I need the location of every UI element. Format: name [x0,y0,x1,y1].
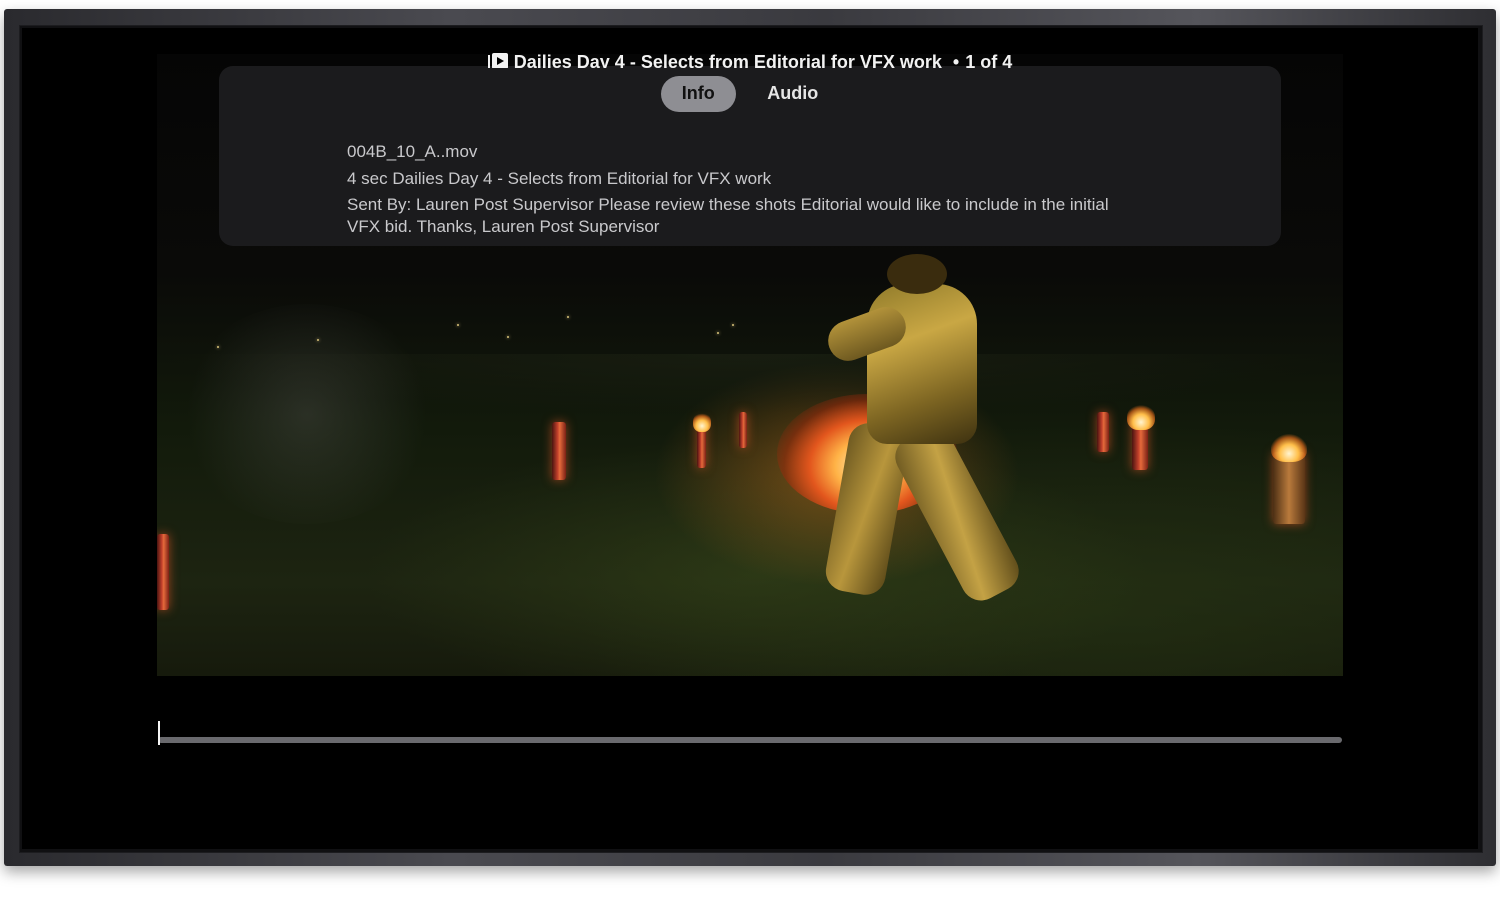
playback-scrubber[interactable] [158,721,1342,745]
fire-post [1273,452,1305,524]
playlist-position: 1 of 4 [965,52,1013,68]
tv-screen: Dailies Day 4 - Selects from Editorial f… [22,28,1478,849]
playlist-title: Dailies Day 4 - Selects from Editorial f… [22,52,1478,68]
video-playlist-icon [487,53,508,68]
post-flame [1127,404,1155,430]
playlist-title-text: Dailies Day 4 - Selects from Editorial f… [513,52,942,68]
info-details: 004B_10_A..mov 4 sec Dailies Day 4 - Sel… [347,138,1147,238]
fire-post [157,534,169,610]
progress-track[interactable] [158,737,1342,743]
distant-light [567,316,569,318]
description-line-1: Sent By: Lauren Post Supervisor Please r… [347,195,1109,214]
figure-leg [888,420,1026,608]
letterbox-bottom [22,676,1478,849]
distant-light [217,346,219,348]
post-flame [693,412,711,432]
video-smoke [177,304,437,524]
duration-and-title: 4 sec Dailies Day 4 - Selects from Edito… [347,169,772,188]
distant-light [457,324,459,326]
title-separator: • [952,52,960,68]
info-tabs: Info Audio [219,76,1281,112]
distant-light [317,339,319,341]
distant-light [507,336,509,338]
performer-figure [822,254,1027,608]
file-name: 004B_10_A..mov [347,142,478,161]
distant-light [732,324,734,326]
tab-audio[interactable]: Audio [746,76,839,112]
fire-post [1097,412,1109,452]
playhead[interactable] [158,721,160,745]
fire-post [552,422,566,480]
description: Sent By: Lauren Post Supervisor Please r… [347,194,1147,238]
post-flame [1271,434,1307,462]
description-line-2: VFX bid. Thanks, Lauren Post Supervisor [347,217,660,236]
figure-head [887,254,947,294]
distant-light [717,332,719,334]
tab-info[interactable]: Info [660,76,736,112]
info-panel: Info Audio 004B_10_A..mov 4 sec Dailies … [219,66,1281,246]
fire-post [739,412,747,448]
